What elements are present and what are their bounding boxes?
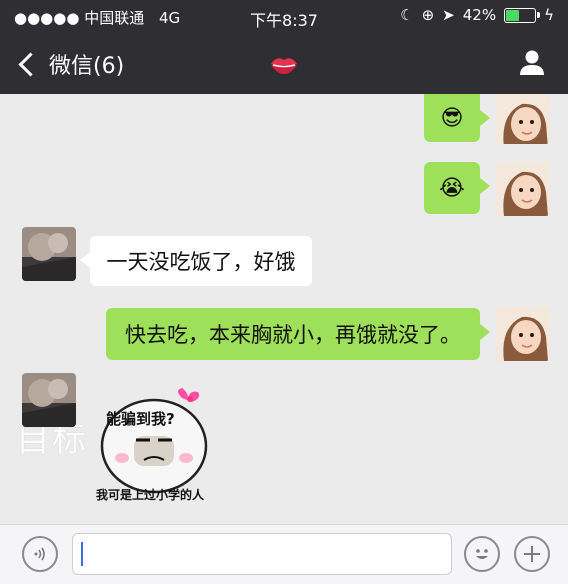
nav-bar: 微信(6) <box>0 30 568 94</box>
voice-icon[interactable] <box>22 536 58 572</box>
status-bar: ●●●●● 中国联通 4G 下午8:37 ☾ ⊕ ➤ 42% ϟ <box>0 0 568 30</box>
message-bubble-outgoing[interactable]: 😎 <box>424 94 490 142</box>
battery-percent: 42% <box>462 6 497 24</box>
message-text: 快去吃，本来胸就小，再饿就没了。 <box>125 323 461 347</box>
message-bubble-outgoing[interactable]: 😭 <box>424 162 490 214</box>
back-button[interactable]: 微信(6) <box>18 48 125 80</box>
emoji-cool: 😎 <box>440 105 464 131</box>
text-cursor <box>81 542 83 566</box>
back-label: 微信(6) <box>49 54 125 79</box>
rotation-lock-icon: ⊕ <box>421 6 435 24</box>
message-bubble-incoming[interactable]: 一天没吃饭了，好饿 <box>80 236 312 286</box>
input-bar <box>0 524 568 584</box>
message-input[interactable] <box>72 533 452 575</box>
avatar-self[interactable] <box>496 307 550 361</box>
sticker-bottom-text: 我可是上过小学的人 <box>96 488 205 502</box>
avatar-self[interactable] <box>496 162 550 216</box>
emoji-crying: 😭 <box>439 175 465 201</box>
message-bubble-outgoing[interactable]: 快去吃，本来胸就小，再饿就没了。 <box>106 308 490 360</box>
battery-icon <box>504 7 541 23</box>
chevron-left-icon <box>18 51 43 77</box>
moon-icon: ☾ <box>400 6 414 24</box>
person-icon[interactable] <box>518 48 546 76</box>
charging-icon: ϟ <box>544 6 554 24</box>
avatar-friend[interactable] <box>22 373 76 427</box>
avatar-self[interactable] <box>496 94 550 144</box>
chat-area[interactable]: 😎 😭 一天没吃饭了，好饿 目标 快去吃，本来胸就小，再饿就没了。 <box>0 94 568 524</box>
sticker-top-text: 能骗到我? <box>106 410 175 428</box>
status-icons: ☾ ⊕ ➤ 42% ϟ <box>400 6 554 24</box>
plus-icon[interactable] <box>514 536 550 572</box>
lips-icon <box>270 53 298 81</box>
avatar-friend[interactable] <box>22 227 76 281</box>
sticker-image[interactable]: 能骗到我? 我可是上过小学的人 <box>96 388 226 506</box>
emoji-icon[interactable] <box>464 536 500 572</box>
message-text: 一天没吃饭了，好饿 <box>106 250 296 274</box>
location-icon: ➤ <box>442 6 455 24</box>
